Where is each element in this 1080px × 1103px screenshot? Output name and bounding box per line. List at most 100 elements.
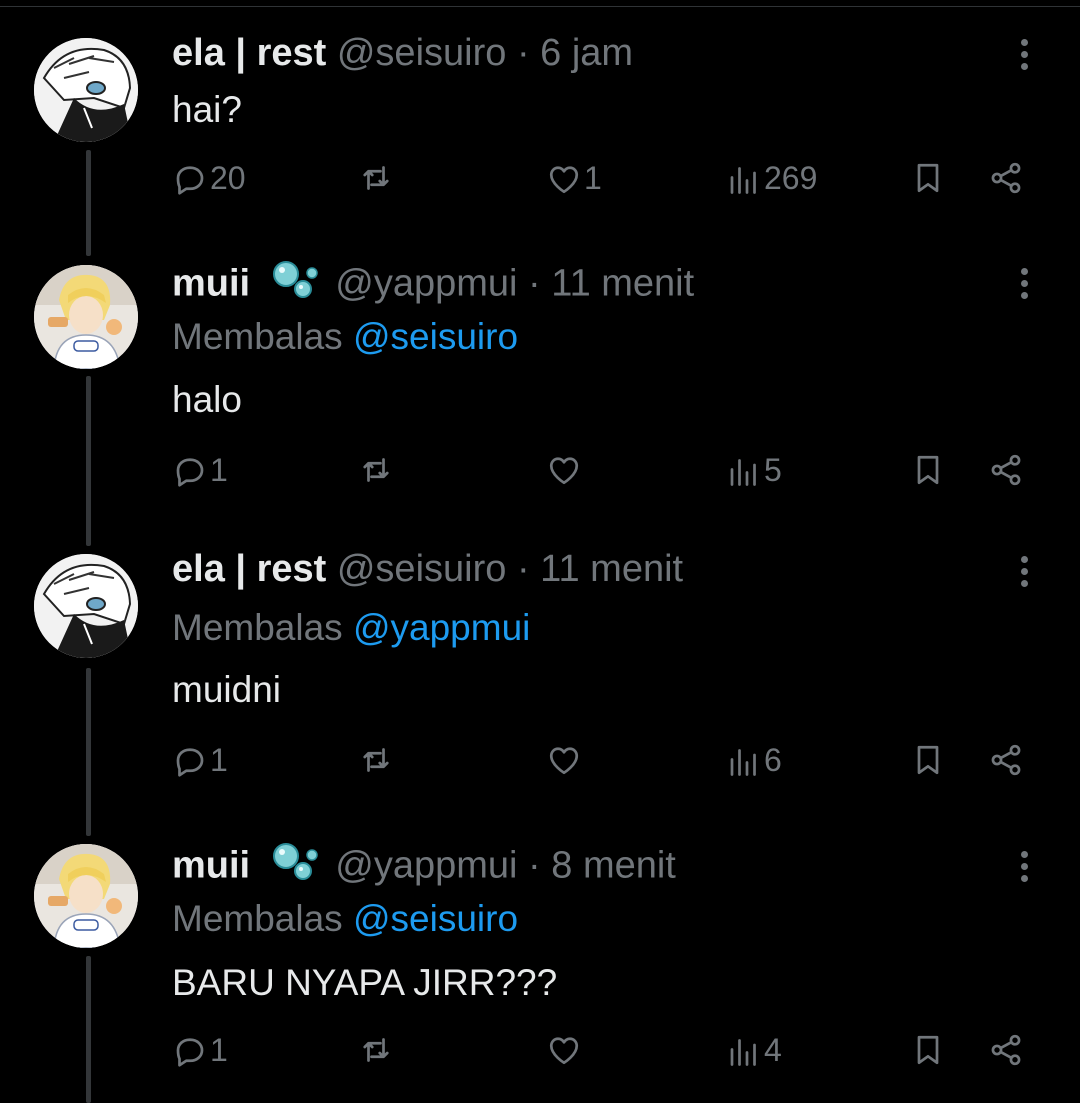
timestamp[interactable]: 11 menit <box>551 263 694 305</box>
user-handle[interactable]: @yappmui <box>335 845 517 887</box>
manga-boy-avatar <box>34 554 138 658</box>
bookmark-button[interactable] <box>910 742 946 778</box>
views-icon <box>730 458 756 486</box>
share-button[interactable] <box>988 160 1024 196</box>
views-count: 269 <box>764 160 818 196</box>
display-name[interactable]: muii <box>172 263 250 305</box>
reply-icon <box>176 165 204 195</box>
views-count: 5 <box>764 452 782 488</box>
views-icon <box>730 1038 756 1066</box>
reply-button[interactable]: 1 <box>172 742 228 779</box>
more-icon[interactable] <box>1012 265 1036 305</box>
bookmark-icon <box>917 745 939 775</box>
reply-count: 20 <box>210 160 246 196</box>
bookmark-button[interactable] <box>910 160 946 196</box>
timestamp[interactable]: 8 menit <box>551 845 676 887</box>
replying-to: Membalas @yappmui <box>172 606 530 650</box>
retweet-button[interactable] <box>358 160 396 196</box>
replying-to-label: Membalas <box>172 898 343 939</box>
user-handle[interactable]: @seisuiro <box>337 548 507 590</box>
avatar[interactable] <box>34 844 138 948</box>
action-bar: 1 4 <box>0 1032 1080 1080</box>
reply-button[interactable]: 20 <box>172 160 246 197</box>
mention-link[interactable]: @seisuiro <box>353 898 518 939</box>
avatar[interactable] <box>34 38 138 142</box>
manga-boy-avatar <box>34 38 138 142</box>
mention-link[interactable]: @seisuiro <box>353 316 518 357</box>
user-handle[interactable]: @seisuiro <box>337 32 507 74</box>
tweet-text: muidni <box>172 669 281 710</box>
views-count: 6 <box>764 742 782 778</box>
share-icon <box>991 1034 1021 1066</box>
bookmark-icon <box>917 163 939 193</box>
tweet-text: hai? <box>172 89 242 130</box>
share-button[interactable] <box>988 452 1024 488</box>
mention-link[interactable]: @yappmui <box>353 607 530 648</box>
heart-icon <box>549 1037 579 1065</box>
heart-icon <box>549 457 579 485</box>
views-icon <box>730 748 756 776</box>
reply-icon <box>176 747 204 777</box>
bubbles-icon <box>272 261 318 298</box>
bookmark-button[interactable] <box>910 452 946 488</box>
more-icon[interactable] <box>1012 36 1036 76</box>
bubbles-emoji <box>271 259 319 312</box>
share-icon <box>991 454 1021 486</box>
views-button[interactable]: 5 <box>726 452 782 489</box>
avatar[interactable] <box>34 554 138 658</box>
share-icon <box>991 744 1021 776</box>
display-name[interactable]: ela | rest <box>172 548 326 590</box>
bookmark-icon <box>917 1035 939 1065</box>
retweet-icon <box>363 458 389 482</box>
share-icon <box>991 162 1021 194</box>
like-count: 1 <box>584 160 602 196</box>
reply-icon <box>176 457 204 487</box>
views-icon <box>730 166 756 194</box>
action-bar: 20 1 269 <box>0 160 1080 208</box>
top-divider <box>0 0 1080 7</box>
views-button[interactable]: 269 <box>726 160 817 197</box>
replying-to-label: Membalas <box>172 316 343 357</box>
like-button[interactable] <box>546 1032 584 1068</box>
retweet-icon <box>363 748 389 772</box>
user-handle[interactable]: @yappmui <box>335 263 517 305</box>
more-icon[interactable] <box>1012 848 1036 888</box>
tweet-header: muii @yappmui · 11 menit <box>172 259 694 312</box>
like-button[interactable] <box>546 452 584 488</box>
heart-icon <box>549 165 579 193</box>
heart-icon <box>549 747 579 775</box>
more-icon[interactable] <box>1012 553 1036 593</box>
share-button[interactable] <box>988 742 1024 778</box>
retweet-icon <box>363 1038 389 1062</box>
like-button[interactable]: 1 <box>546 160 602 197</box>
like-button[interactable] <box>546 742 584 778</box>
retweet-button[interactable] <box>358 452 396 488</box>
views-button[interactable]: 6 <box>726 742 782 779</box>
retweet-button[interactable] <box>358 1032 396 1068</box>
avatar[interactable] <box>34 265 138 369</box>
display-name[interactable]: ela | rest <box>172 32 326 74</box>
separator-dot: · <box>528 262 541 305</box>
tweet-header: ela | rest @seisuiro · 11 menit <box>172 546 683 592</box>
reply-count: 1 <box>210 452 228 488</box>
action-bar: 1 6 <box>0 742 1080 790</box>
reply-button[interactable]: 1 <box>172 452 228 489</box>
retweet-button[interactable] <box>358 742 396 778</box>
bookmark-button[interactable] <box>910 1032 946 1068</box>
bookmark-icon <box>917 455 939 485</box>
share-button[interactable] <box>988 1032 1024 1068</box>
separator-dot: · <box>528 844 541 887</box>
tweet-text: halo <box>172 379 242 420</box>
tweet-text: BARU NYAPA JIRR??? <box>172 962 558 1003</box>
retweet-icon <box>363 166 389 190</box>
views-button[interactable]: 4 <box>726 1032 782 1069</box>
reply-icon <box>176 1037 204 1067</box>
display-name[interactable]: muii <box>172 845 250 887</box>
bubbles-emoji <box>271 841 319 894</box>
action-bar: 1 5 <box>0 452 1080 500</box>
timestamp[interactable]: 6 jam <box>540 32 633 74</box>
thread-line <box>86 956 91 1103</box>
blonde-anime-avatar <box>34 265 138 369</box>
reply-button[interactable]: 1 <box>172 1032 228 1069</box>
timestamp[interactable]: 11 menit <box>540 548 683 590</box>
